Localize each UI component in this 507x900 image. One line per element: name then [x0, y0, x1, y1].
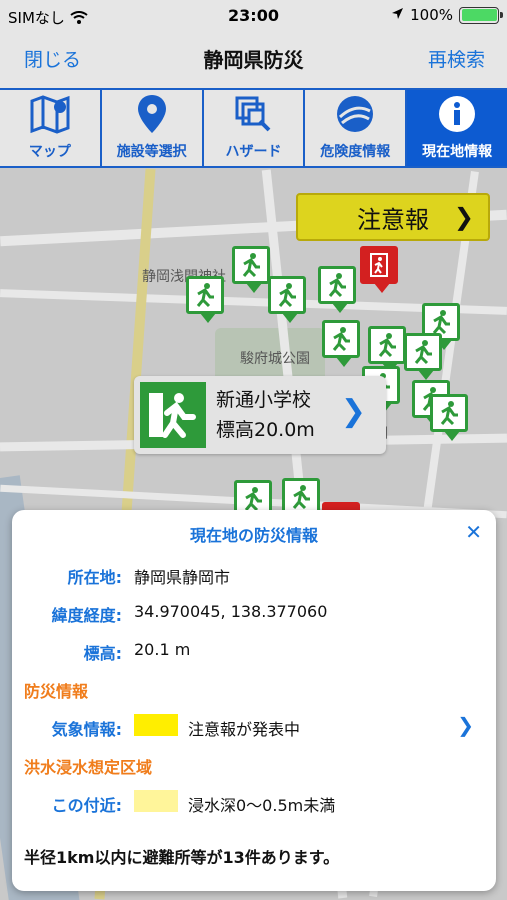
- tab-facility-select[interactable]: 施設等選択: [102, 90, 204, 166]
- status-right: 100%: [391, 6, 503, 24]
- shelter-pin[interactable]: [318, 266, 356, 313]
- hospital-pin[interactable]: [360, 246, 398, 293]
- evacuation-icon: [378, 333, 396, 358]
- callout-text: 新通小学校 標高20.0m: [216, 385, 315, 445]
- shelter-count-note: 半径1km以内に避難所等が13件あります。: [24, 848, 340, 867]
- tab-bar: マップ 施設等選択 ハザード 危険度情報 現在地情報: [0, 88, 507, 168]
- evacuation-icon: [196, 283, 214, 308]
- map-label-park: 駿府城公園: [240, 351, 310, 367]
- flood-section-header: 洪水浸水想定区域: [24, 758, 153, 777]
- evacuation-icon: [414, 340, 432, 365]
- callout-elevation: 標高20.0m: [216, 419, 315, 441]
- info-icon: [439, 96, 476, 132]
- evacuation-icon: [278, 283, 296, 308]
- disaster-section-header: 防災情報: [24, 682, 89, 701]
- coords-value: 34.970045, 138.377060: [134, 602, 328, 621]
- callout-facility-name: 新通小学校: [216, 389, 312, 411]
- location-label: 所在地:: [67, 568, 122, 587]
- caution-button[interactable]: 注意報 ❯: [296, 193, 490, 241]
- weather-label: 気象情報:: [51, 720, 122, 739]
- close-icon[interactable]: ✕: [465, 520, 482, 544]
- weather-value: 注意報が発表中: [188, 720, 301, 739]
- globe-icon: [337, 96, 374, 132]
- tab-map-label: マップ: [28, 144, 71, 160]
- evacuation-icon: [140, 382, 206, 448]
- emergency-exit-icon: [370, 253, 388, 277]
- tab-current-label: 現在地情報: [422, 144, 493, 160]
- research-button[interactable]: 再検索: [428, 45, 485, 72]
- flood-color-swatch: [134, 790, 178, 812]
- chevron-right-icon: ❯: [453, 203, 474, 231]
- nearby-label: この付近:: [51, 796, 122, 815]
- chevron-right-icon: ❯: [340, 394, 366, 429]
- panel-title: 現在地の防災情報: [189, 526, 318, 545]
- nav-bar: 閉じる 静岡県防災 再検索: [0, 32, 507, 88]
- tab-risk-label: 危険度情報: [320, 144, 391, 160]
- layers-icon: [235, 96, 271, 132]
- location-pin-icon: [137, 95, 166, 133]
- shelter-pin[interactable]: [404, 333, 442, 380]
- evacuation-icon: [292, 485, 310, 510]
- elevation-value: 20.1 m: [134, 640, 191, 659]
- coords-label: 緯度経度:: [51, 606, 122, 625]
- map-icon: [30, 95, 70, 134]
- location-arrow-icon: [391, 6, 404, 24]
- tab-hazard[interactable]: ハザード: [204, 90, 306, 166]
- shelter-pin[interactable]: [430, 394, 468, 441]
- evacuation-icon: [242, 253, 260, 278]
- tab-risk-info[interactable]: 危険度情報: [305, 90, 408, 166]
- caution-label: 注意報: [357, 205, 429, 234]
- shelter-pin[interactable]: [232, 246, 270, 293]
- battery-icon: [459, 6, 503, 24]
- facility-callout[interactable]: 新通小学校 標高20.0m ❯: [134, 376, 386, 454]
- weather-color-swatch: [134, 714, 178, 736]
- elevation-label: 標高:: [83, 644, 122, 663]
- nearby-value: 浸水深0～0.5m未満: [188, 796, 336, 815]
- battery-percent: 100%: [410, 6, 453, 24]
- evacuation-icon: [332, 327, 350, 352]
- tab-facility-label: 施設等選択: [116, 144, 187, 160]
- location-value: 静岡県静岡市: [134, 568, 231, 587]
- shelter-pin[interactable]: [186, 276, 224, 323]
- chevron-right-icon[interactable]: ❯: [457, 713, 474, 737]
- status-bar: SIMなし 23:00 100%: [0, 0, 507, 32]
- shelter-pin[interactable]: [368, 326, 406, 373]
- shelter-pin[interactable]: [322, 320, 360, 367]
- location-info-panel: 現在地の防災情報 ✕ 所在地: 静岡県静岡市 緯度経度: 34.970045, …: [12, 510, 496, 891]
- shelter-pin[interactable]: [268, 276, 306, 323]
- evacuation-icon: [440, 401, 458, 426]
- tab-map[interactable]: マップ: [0, 90, 102, 166]
- evacuation-icon: [328, 273, 346, 298]
- tab-current-location[interactable]: 現在地情報: [407, 90, 507, 166]
- tab-hazard-label: ハザード: [225, 144, 282, 160]
